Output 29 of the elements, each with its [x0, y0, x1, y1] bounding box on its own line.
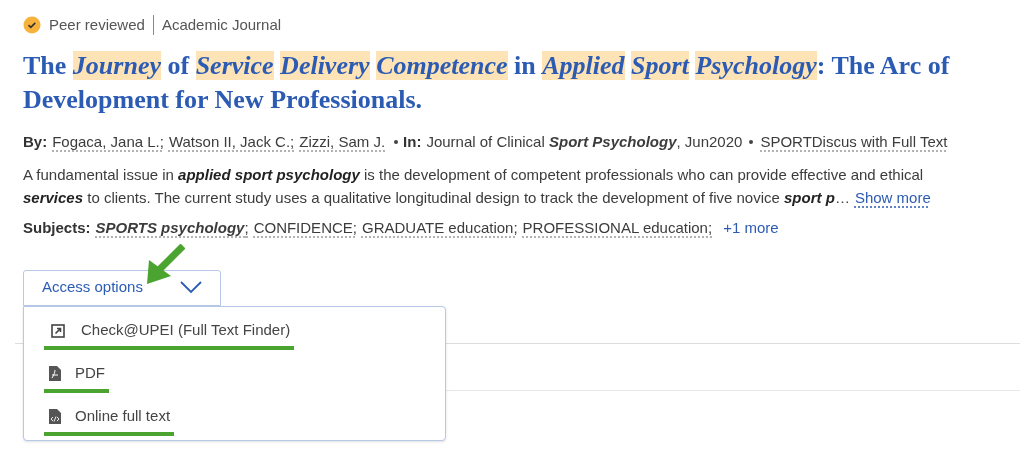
- access-option[interactable]: Online full text: [44, 404, 171, 429]
- access-option[interactable]: Check@UPEI (Full Text Finder): [44, 318, 291, 343]
- show-more-link[interactable]: Show more: [854, 186, 931, 209]
- more-subjects-link[interactable]: +1 more: [723, 217, 779, 240]
- subjects-label: Subjects:: [23, 218, 91, 238]
- abstract-text: services to clients. The current study uses a qualitative longitudinal design to track the development of five novice sport p…: [23, 188, 850, 208]
- source-text: Journal of Clinical Sport Psychology, Jun2020: [426, 131, 743, 152]
- annotation-arrow: [145, 244, 185, 284]
- author-link[interactable]: Fogaca, Jana L.;: [52, 130, 164, 153]
- byline-label: By:: [23, 131, 48, 152]
- pdf-file-icon: [49, 366, 61, 381]
- peer-reviewed-label: Peer reviewed: [49, 15, 145, 35]
- author-link[interactable]: Zizzi, Sam J.: [299, 130, 386, 153]
- publication-type: Academic Journal: [161, 15, 282, 35]
- subject-link[interactable]: PROFESSIONAL education;: [522, 217, 713, 240]
- article-title[interactable]: The Journey of Service Delivery Competence in Applied Sport Psychology: The Arc of Development for New Professionals.: [23, 48, 1010, 117]
- source-label: In:: [403, 131, 422, 152]
- external-link-icon: [51, 323, 65, 338]
- access-option[interactable]: PDF: [44, 361, 105, 386]
- subject-link[interactable]: GRADUATE education;: [361, 217, 518, 240]
- access-options-button[interactable]: Access options: [23, 269, 221, 306]
- subject-link[interactable]: CONFIDENCE;: [253, 217, 357, 240]
- author-link[interactable]: Watson II, Jack C.;: [168, 130, 295, 153]
- peer-reviewed-icon: [23, 16, 41, 35]
- code-file-icon: [49, 409, 61, 424]
- database-link[interactable]: SPORTDiscus with Full Text: [760, 130, 948, 153]
- abstract-text: A fundamental issue in applied sport psychology is the development of competent professionals who can provide effective and ethical: [23, 165, 924, 185]
- annotation-underline: [44, 388, 109, 393]
- subject-link[interactable]: SPORTS psychology;: [95, 217, 249, 240]
